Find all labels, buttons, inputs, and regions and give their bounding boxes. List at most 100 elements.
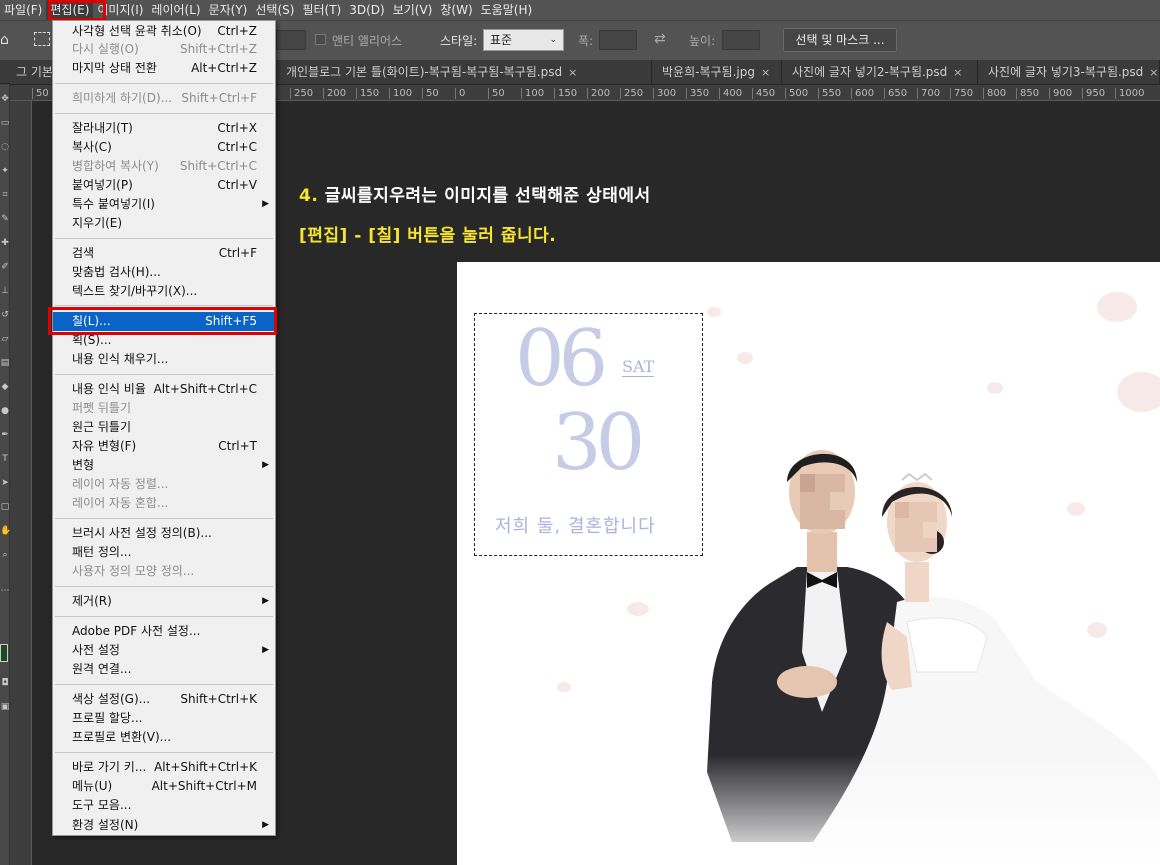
menu-3d[interactable]: 3D(D)	[345, 0, 388, 20]
document-image[interactable]: 06 SAT 30 저희 둘, 결혼합니다	[457, 262, 1160, 865]
close-icon[interactable]: ×	[761, 66, 770, 79]
screen-mode-icon[interactable]: ▣	[0, 700, 10, 714]
menu-item-fill[interactable]: 칠(L)... Shift+F5	[53, 312, 275, 331]
menu-select[interactable]: 선택(S)	[251, 0, 298, 20]
menu-item-check-spelling[interactable]: 맞춤법 검사(H)...	[53, 263, 275, 282]
menu-item-preferences[interactable]: 환경 설정(N) ▶	[53, 816, 275, 835]
dodge-tool-icon[interactable]: ●	[0, 404, 10, 418]
path-select-tool-icon[interactable]: ➤	[0, 476, 10, 490]
height-input[interactable]	[722, 30, 760, 50]
move-tool-icon[interactable]: ✥	[0, 92, 10, 106]
menu-item-presets[interactable]: 사전 설정 ▶	[53, 641, 275, 660]
menu-separator	[55, 83, 273, 84]
history-brush-tool-icon[interactable]: ↺	[0, 308, 10, 322]
type-tool-icon[interactable]: T	[0, 452, 10, 466]
menu-item-convert-to-profile[interactable]: 프로필로 변환(V)...	[53, 728, 275, 747]
menu-item-find-replace[interactable]: 텍스트 찾기/바꾸기(X)...	[53, 282, 275, 301]
menu-item-label: 칠(L)...	[72, 314, 111, 328]
doc-tab-4[interactable]: 사진에 글자 넣기3-복구됨.psd ×	[978, 60, 1160, 84]
crop-tool-icon[interactable]: ⌗	[0, 188, 10, 202]
hand-tool-icon[interactable]: ✋	[0, 524, 10, 538]
eraser-tool-icon[interactable]: ▱	[0, 332, 10, 346]
petal-decoration	[1097, 292, 1137, 322]
menu-item-color-settings[interactable]: 색상 설정(G)... Shift+Ctrl+K	[53, 690, 275, 709]
menu-item-search[interactable]: 검색 Ctrl+F	[53, 244, 275, 263]
menu-item-content-aware-fill[interactable]: 내용 인식 채우기...	[53, 350, 275, 369]
antialias-checkbox[interactable]	[315, 34, 326, 45]
menu-filter[interactable]: 필터(T)	[298, 0, 345, 20]
magic-wand-tool-icon[interactable]: ✦	[0, 164, 10, 178]
doc-tab-label: 박윤희-복구됨.jpg	[662, 65, 755, 79]
quick-mask-icon[interactable]: ◘	[0, 676, 10, 690]
menu-window[interactable]: 창(W)	[436, 0, 476, 20]
menu-item-auto-align-layers[interactable]: 레이어 자동 정렬...	[53, 475, 275, 494]
menu-item-remote-connections[interactable]: 원격 연결...	[53, 660, 275, 679]
submenu-arrow-icon: ▶	[262, 199, 269, 209]
menu-item-purge[interactable]: 제거(R) ▶	[53, 592, 275, 611]
menu-item-content-aware-scale[interactable]: 내용 인식 비율 Alt+Shift+Ctrl+C	[53, 380, 275, 399]
marquee-tool-icon[interactable]	[34, 32, 50, 46]
menu-item-paste[interactable]: 붙여넣기(P) Ctrl+V	[53, 176, 275, 195]
swap-icon[interactable]: ⇄	[654, 31, 666, 47]
doc-tab-2[interactable]: 박윤희-복구됨.jpg ×	[652, 60, 782, 84]
menu-file[interactable]: 파일(F)	[0, 0, 46, 20]
menu-item-perspective-warp[interactable]: 원근 뒤틀기	[53, 418, 275, 437]
menu-edit[interactable]: 편집(E)	[46, 0, 94, 20]
menu-item-define-brush[interactable]: 브러시 사전 설정 정의(B)...	[53, 524, 275, 543]
menu-item-toggle-last-state[interactable]: 마지막 상태 전환 Alt+Ctrl+Z	[53, 59, 275, 78]
close-icon[interactable]: ×	[1149, 66, 1158, 79]
more-tools-icon[interactable]: ⋯	[0, 584, 10, 598]
doc-tab-3[interactable]: 사진에 글자 넣기2-복구됨.psd ×	[782, 60, 978, 84]
menu-item-deselect[interactable]: 사각형 선택 윤곽 취소(O) Ctrl+Z	[53, 22, 275, 41]
gradient-tool-icon[interactable]: ▤	[0, 356, 10, 370]
foreground-color-swatch[interactable]	[0, 644, 8, 662]
eyedropper-tool-icon[interactable]: ✎	[0, 212, 10, 226]
ruler-tick-label: 200	[323, 88, 346, 99]
lasso-tool-icon[interactable]: ◌	[0, 140, 10, 154]
marquee-tool-icon[interactable]: ▭	[0, 116, 10, 130]
menu-item-adobe-pdf-presets[interactable]: Adobe PDF 사전 설정...	[53, 622, 275, 641]
home-icon[interactable]: ⌂	[0, 32, 9, 48]
marquee-selection[interactable]	[474, 313, 703, 556]
menu-image[interactable]: 이미지(I)	[93, 0, 147, 20]
style-select[interactable]: 표준 ⌄	[483, 29, 564, 51]
menu-item-label: 퍼펫 뒤틀기	[72, 401, 132, 415]
doc-tab-1[interactable]: 개인블로그 기본 틀(화이트)-복구됨-복구됨-복구됨.psd ×	[276, 60, 652, 84]
menu-view[interactable]: 보기(V)	[389, 0, 437, 20]
menu-item-define-custom-shape[interactable]: 사용자 정의 모양 정의...	[53, 562, 275, 581]
menu-item-define-pattern[interactable]: 패턴 정의...	[53, 543, 275, 562]
brush-tool-icon[interactable]: ✐	[0, 260, 10, 274]
menu-item-assign-profile[interactable]: 프로필 할당...	[53, 709, 275, 728]
menu-item-fade[interactable]: 희미하게 하기(D)... Shift+Ctrl+F	[53, 89, 275, 108]
menu-item-transform[interactable]: 변형 ▶	[53, 456, 275, 475]
pen-tool-icon[interactable]: ✒	[0, 428, 10, 442]
blur-tool-icon[interactable]: ◆	[0, 380, 10, 394]
menu-item-copy[interactable]: 복사(C) Ctrl+C	[53, 138, 275, 157]
menu-item-redo[interactable]: 다시 실행(O) Shift+Ctrl+Z	[53, 40, 275, 59]
close-icon[interactable]: ×	[568, 66, 577, 79]
menu-item-paste-special[interactable]: 특수 붙여넣기(I) ▶	[53, 195, 275, 214]
menu-item-copy-merged[interactable]: 병합하여 복사(Y) Shift+Ctrl+C	[53, 157, 275, 176]
menu-item-menus[interactable]: 메뉴(U) Alt+Shift+Ctrl+M	[53, 777, 275, 796]
menu-item-stroke[interactable]: 획(S)...	[53, 331, 275, 350]
feather-input[interactable]	[276, 30, 306, 50]
menu-item-auto-blend-layers[interactable]: 레이어 자동 혼합...	[53, 494, 275, 513]
menu-help[interactable]: 도움말(H)	[477, 0, 537, 20]
menu-item-puppet-warp[interactable]: 퍼펫 뒤틀기	[53, 399, 275, 418]
menu-item-free-transform[interactable]: 자유 변형(F) Ctrl+T	[53, 437, 275, 456]
zoom-tool-icon[interactable]: ⌕	[0, 548, 10, 562]
menu-layer[interactable]: 레이어(L)	[147, 0, 204, 20]
close-icon[interactable]: ×	[953, 66, 962, 79]
menu-type[interactable]: 문자(Y)	[205, 0, 252, 20]
stamp-tool-icon[interactable]: ⊥	[0, 284, 10, 298]
menu-item-label: 내용 인식 채우기...	[72, 352, 169, 366]
menu-item-cut[interactable]: 잘라내기(T) Ctrl+X	[53, 119, 275, 138]
menu-item-label: 브러시 사전 설정 정의(B)...	[72, 526, 212, 540]
width-input[interactable]	[599, 30, 637, 50]
menu-item-keyboard-shortcuts[interactable]: 바로 가기 키... Alt+Shift+Ctrl+K	[53, 758, 275, 777]
menu-item-toolbar[interactable]: 도구 모음...	[53, 796, 275, 815]
shape-tool-icon[interactable]: ▢	[0, 500, 10, 514]
healing-tool-icon[interactable]: ✚	[0, 236, 10, 250]
select-and-mask-button[interactable]: 선택 및 마스크 ...	[783, 28, 897, 52]
menu-item-clear[interactable]: 지우기(E)	[53, 214, 275, 233]
